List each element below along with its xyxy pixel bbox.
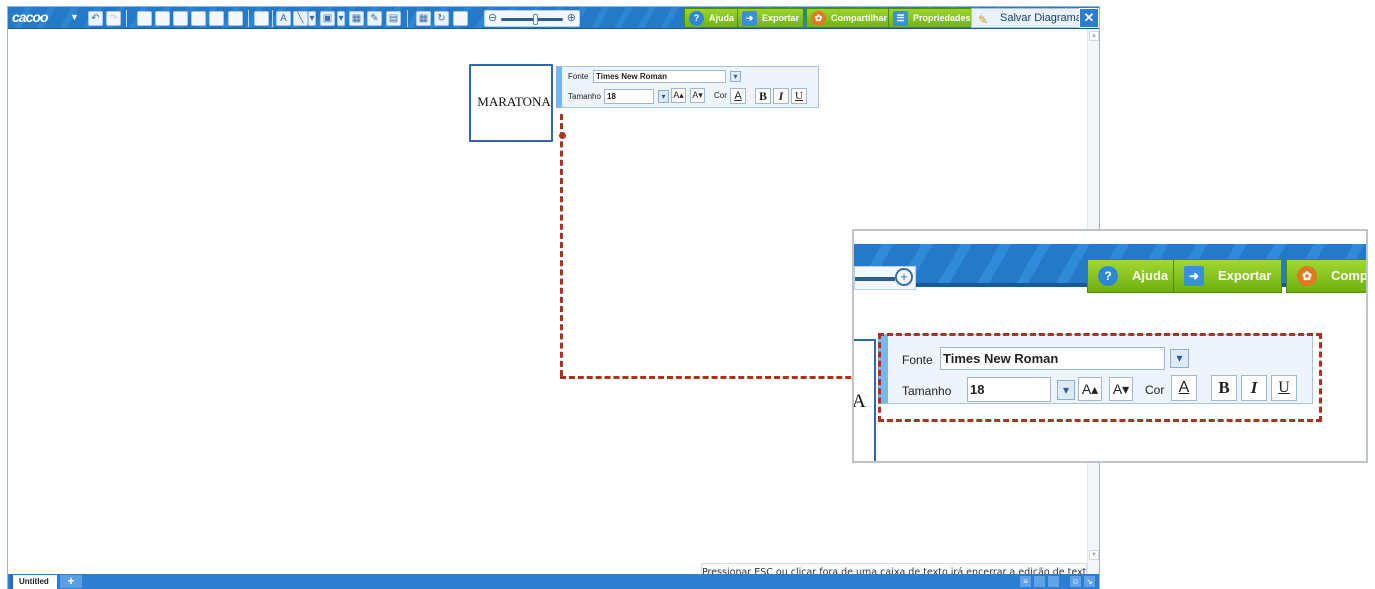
cut-icon[interactable]	[137, 11, 152, 26]
zoom-in-icon[interactable]: ⊕	[567, 11, 576, 26]
inset-toolbar: + ? Ajuda ➜ Exportar ✿ Comp	[854, 244, 1366, 293]
export-button[interactable]: ➜ Exportar	[737, 8, 805, 28]
callout-connector-vertical	[560, 114, 563, 376]
scroll-down-icon[interactable]: ▼	[1089, 550, 1099, 560]
share-button-label: Compartilhar	[831, 13, 888, 23]
scroll-up-icon[interactable]: ▲	[1089, 31, 1099, 41]
zoom-in-icon: +	[895, 268, 913, 286]
font-family-input[interactable]: Times New Roman	[593, 70, 726, 83]
close-icon[interactable]: ✕	[1079, 8, 1099, 28]
zoom-out-icon[interactable]: ⊖	[488, 11, 497, 26]
line-dropdown-icon[interactable]: ▾	[308, 11, 316, 26]
italic-button[interactable]: I	[773, 88, 789, 104]
properties-icon: ☰	[893, 11, 908, 26]
add-tab-icon[interactable]: +	[60, 575, 82, 588]
inset-diagram-shape: A	[852, 339, 876, 461]
diagram-shape[interactable]: MARATONA	[469, 64, 553, 142]
undo-icon[interactable]: ↶	[88, 11, 103, 26]
pencil-tool-icon[interactable]: ✎	[367, 11, 382, 26]
inset-zoom-track	[855, 277, 895, 281]
zoom-knob[interactable]	[533, 14, 538, 25]
inset-help-button: ? Ajuda	[1087, 259, 1180, 293]
font-size-dropdown-icon[interactable]: ▾	[658, 90, 669, 103]
export-icon: ➜	[742, 11, 757, 26]
inset-zoom-slider: +	[854, 266, 916, 290]
grid-icon[interactable]: ▦	[416, 11, 431, 26]
image-tool-icon[interactable]: ▤	[386, 11, 401, 26]
font-label: Fonte	[568, 72, 589, 81]
toolbar-divider	[272, 10, 273, 27]
export-icon: ➜	[1184, 266, 1204, 286]
underline-button[interactable]: U	[791, 88, 807, 104]
bold-button[interactable]: B	[755, 88, 771, 104]
align-icon[interactable]	[254, 11, 269, 26]
users-icon[interactable]: ☺	[1070, 576, 1081, 587]
page-tab-bar: Untitled + ≡ ☺ ↘	[8, 574, 1099, 589]
text-tool-icon[interactable]: A	[276, 11, 291, 26]
refresh-icon[interactable]: ↻	[434, 11, 449, 26]
help-icon: ?	[689, 11, 704, 26]
copy-icon[interactable]	[155, 11, 170, 26]
toolbar-divider	[126, 10, 127, 27]
properties-button-label: Propriedades	[913, 13, 971, 23]
menu-caret-icon[interactable]: ▼	[70, 12, 79, 22]
page-icon[interactable]	[1034, 576, 1045, 587]
list-icon[interactable]: ≡	[1020, 576, 1031, 587]
inset-export-label: Exportar	[1218, 268, 1272, 283]
app-root: cacoo ▼ ↶ ↷ A ╲ ▾ ▣ ▾ ▦ ✎ ▤ ▦ ↻ ⊖ ⊕ ? Aj…	[0, 0, 1375, 589]
table-tool-icon[interactable]: ▦	[349, 11, 364, 26]
toolbar-divider	[407, 10, 408, 27]
help-button-label: Ajuda	[709, 13, 735, 23]
size-label: Tamanho	[568, 92, 601, 101]
color-label: Cor	[714, 91, 727, 100]
toolbar-divider	[248, 10, 249, 27]
share-icon: ✿	[1297, 266, 1317, 286]
help-icon: ?	[1098, 266, 1118, 286]
save-icon: ✎	[978, 13, 989, 27]
resize-icon[interactable]: ↘	[1084, 576, 1095, 587]
line-tool-icon[interactable]: ╲	[293, 11, 308, 26]
properties-button[interactable]: ☰ Propriedades	[888, 8, 976, 28]
layers-icon[interactable]	[453, 11, 468, 26]
shape-dropdown-icon[interactable]: ▾	[337, 11, 345, 26]
redo-icon[interactable]: ↷	[106, 11, 121, 26]
inset-help-label: Ajuda	[1132, 268, 1169, 283]
font-format-panel: Fonte Times New Roman ▾ Tamanho 18 ▾ A▴ …	[556, 66, 819, 108]
page-icon[interactable]	[1048, 576, 1059, 587]
duplicate-icon[interactable]	[191, 11, 206, 26]
delete-icon[interactable]	[209, 11, 224, 26]
font-size-input[interactable]: 18	[604, 89, 654, 104]
inset-shape-text: A	[852, 391, 866, 412]
main-toolbar: cacoo ▼ ↶ ↷ A ╲ ▾ ▣ ▾ ▦ ✎ ▤ ▦ ↻ ⊖ ⊕ ? Aj…	[8, 7, 1099, 29]
highlight-box	[878, 333, 1322, 422]
increase-font-icon[interactable]: A▴	[671, 88, 686, 103]
group-icon[interactable]	[228, 11, 243, 26]
page-tab[interactable]: Untitled	[10, 575, 57, 589]
shape-tool-icon[interactable]: ▣	[320, 11, 335, 26]
help-button[interactable]: ? Ajuda	[684, 8, 740, 28]
inset-export-button: ➜ Exportar	[1173, 259, 1283, 293]
app-logo[interactable]: cacoo	[10, 9, 49, 26]
zoom-slider[interactable]: ⊖ ⊕	[484, 10, 580, 27]
share-icon: ✿	[811, 11, 826, 26]
shape-text[interactable]: MARATONA	[471, 94, 557, 110]
paste-icon[interactable]	[173, 11, 188, 26]
save-diagram-button[interactable]: ✎ Salvar Diagrama	[971, 8, 1087, 28]
zoom-track[interactable]	[501, 18, 563, 21]
decrease-font-icon[interactable]: A▾	[690, 88, 705, 103]
share-button[interactable]: ✿ Compartilhar	[806, 8, 893, 28]
callout-connector-horizontal	[560, 376, 878, 379]
export-button-label: Exportar	[762, 13, 800, 23]
inset-share-button: ✿ Comp	[1286, 259, 1368, 293]
inset-share-label: Comp	[1331, 268, 1368, 283]
font-family-dropdown-icon[interactable]: ▾	[730, 71, 741, 82]
text-color-button[interactable]: A	[730, 88, 746, 104]
save-diagram-label: Salvar Diagrama	[1000, 12, 1082, 24]
